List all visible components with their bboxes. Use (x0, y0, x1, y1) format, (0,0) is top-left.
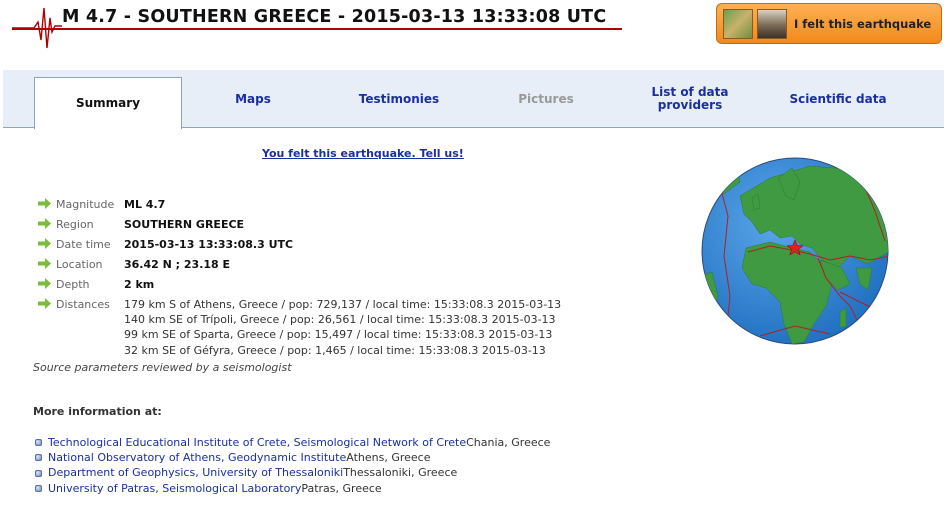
link-noa-athens[interactable]: National Observatory of Athens, Geodynam… (48, 450, 346, 465)
list-item: Department of Geophysics, University of … (35, 465, 550, 480)
location-label: Location (56, 258, 103, 271)
list-item: Technological Educational Institute of C… (35, 435, 550, 450)
green-arrow-icon (38, 238, 52, 250)
depth-row: Depth 2 km (38, 278, 154, 292)
link-location: Patras, Greece (301, 481, 382, 495)
title-underline (12, 28, 622, 30)
region-row: Region SOUTHERN GREECE (38, 218, 244, 232)
damage-photo-thumbnail-icon (757, 8, 787, 39)
depth-label: Depth (56, 278, 90, 291)
list-item: National Observatory of Athens, Geodynam… (35, 450, 550, 465)
link-location: Thessaloniki, Greece (343, 466, 458, 480)
region-value: SOUTHERN GREECE (124, 218, 245, 231)
link-upatras-seismolab[interactable]: University of Patras, Seismological Labo… (48, 481, 301, 496)
epicenter-globe-map (700, 156, 890, 346)
tab-bar: Summary Maps Testimonies Pictures List o… (3, 70, 944, 129)
more-info-links: Technological Educational Institute of C… (35, 435, 550, 496)
list-item: University of Patras, Seismological Labo… (35, 481, 550, 496)
distance-line: 99 km SE of Sparta, Greece / pop: 15,497… (124, 328, 553, 342)
date-time-value: 2015-03-13 13:33:08.3 UTC (124, 238, 294, 251)
link-location: Chania, Greece (466, 436, 551, 449)
depth-value: 2 km (124, 278, 155, 291)
link-auth-geophysics[interactable]: Department of Geophysics, University of … (48, 465, 343, 480)
i-felt-earthquake-label: I felt this earthquake (794, 16, 932, 31)
map-thumbnail-icon (723, 8, 753, 39)
green-arrow-icon (38, 278, 52, 290)
distance-line: 32 km SE of Géfyra, Greece / pop: 1,465 … (124, 343, 546, 357)
bullet-icon (35, 484, 42, 492)
magnitude-value: ML 4.7 (124, 198, 166, 211)
date-time-label: Date time (56, 238, 111, 251)
distances-row: Distances (38, 298, 110, 312)
distances-label: Distances (56, 298, 110, 311)
bullet-icon (35, 439, 42, 447)
region-label: Region (56, 218, 94, 231)
link-location: Athens, Greece (346, 451, 431, 465)
tab-scientific-data[interactable]: Scientific data (773, 70, 903, 128)
green-arrow-icon (38, 298, 52, 310)
green-arrow-icon (38, 258, 52, 270)
more-info-heading: More information at: (33, 405, 162, 418)
tab-summary[interactable]: Summary (34, 77, 182, 129)
bullet-icon (35, 469, 42, 477)
i-felt-earthquake-button[interactable]: I felt this earthquake (716, 3, 942, 44)
location-row: Location 36.42 N ; 23.18 E (38, 258, 230, 272)
reviewed-note: Source parameters reviewed by a seismolo… (33, 361, 292, 374)
magnitude-row: Magnitude ML 4.7 (38, 198, 165, 212)
green-arrow-icon (38, 218, 52, 230)
felt-earthquake-tell-us-link[interactable]: You felt this earthquake. Tell us! (262, 147, 464, 160)
page-title: M 4.7 - SOUTHERN GREECE - 2015-03-13 13:… (62, 7, 607, 27)
bullet-icon (35, 454, 42, 462)
tab-pictures[interactable]: Pictures (486, 70, 606, 128)
link-teic-crete[interactable]: Technological Educational Institute of C… (48, 435, 466, 450)
distances-list: 179 km S of Athens, Greece / pop: 729,13… (124, 297, 561, 358)
tab-list-of-data-providers[interactable]: List of data providers (630, 70, 750, 128)
date-time-row: Date time 2015-03-13 13:33:08.3 UTC (38, 238, 293, 252)
magnitude-label: Magnitude (56, 198, 115, 211)
tab-testimonies[interactable]: Testimonies (339, 70, 459, 128)
green-arrow-icon (38, 198, 52, 210)
location-value: 36.42 N ; 23.18 E (124, 258, 231, 271)
distance-line: 140 km SE of Trípoli, Greece / pop: 26,5… (124, 313, 556, 327)
tab-maps[interactable]: Maps (193, 70, 313, 128)
distance-line: 179 km S of Athens, Greece / pop: 729,13… (124, 298, 562, 311)
